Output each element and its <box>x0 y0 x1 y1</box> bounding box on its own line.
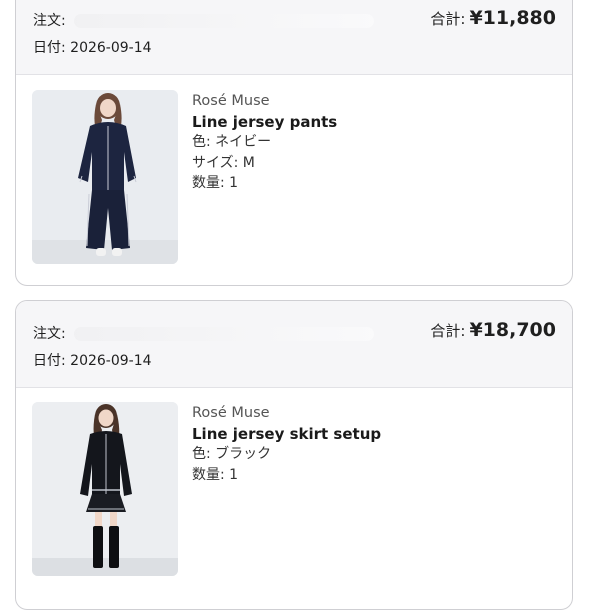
date-value: 2026-09-14 <box>70 353 152 369</box>
product-color: 色: ネイビー <box>192 134 272 150</box>
order-number: 注文: <box>33 10 374 30</box>
order-card[interactable]: 注文: 日付: 2026-09-14 合計: ¥11,880 Rosé Muse… <box>15 0 573 286</box>
order-number: 注文: <box>33 323 374 343</box>
total-label: 合計: <box>430 10 466 28</box>
product-quantity: 数量: 1 <box>192 466 239 483</box>
redacted-order-id <box>73 327 374 341</box>
order-date: 日付: 2026-09-14 <box>33 37 152 57</box>
product-image[interactable] <box>32 402 178 576</box>
product-brand: Rosé Muse <box>192 405 270 421</box>
product-size: サイズ: M <box>192 154 255 171</box>
product-quantity: 数量: 1 <box>192 175 239 191</box>
product-name[interactable]: Line jersey pants <box>192 112 337 133</box>
order-total: 合計: ¥11,880 <box>430 7 556 29</box>
order-header: 注文: 日付: 2026-09-14 合計: ¥18,700 <box>16 301 572 388</box>
date-label: 日付: <box>33 353 66 369</box>
product-name[interactable]: Line jersey skirt setup <box>192 424 381 445</box>
product-color: 色: ブラック <box>192 446 272 462</box>
date-value: 2026-09-14 <box>70 40 152 56</box>
order-header: 注文: 日付: 2026-09-14 合計: ¥11,880 <box>16 0 572 75</box>
product-info: Rosé Muse Line jersey skirt setup 色: ブラッ… <box>192 403 381 485</box>
order-card[interactable]: 注文: 日付: 2026-09-14 合計: ¥18,700 Rosé Muse… <box>15 300 573 610</box>
redacted-order-id <box>73 14 374 28</box>
order-label: 注文: <box>33 13 66 29</box>
order-total: 合計: ¥18,700 <box>430 319 556 341</box>
total-amount: ¥11,880 <box>469 7 556 29</box>
order-date: 日付: 2026-09-14 <box>33 350 152 370</box>
navy-jersey-outfit-photo <box>32 90 178 264</box>
product-brand: Rosé Muse <box>192 93 270 109</box>
product-image[interactable] <box>32 90 178 264</box>
total-amount: ¥18,700 <box>469 319 556 341</box>
order-label: 注文: <box>33 326 66 342</box>
black-jersey-skirt-outfit-photo <box>32 402 178 576</box>
total-label: 合計: <box>430 322 466 340</box>
date-label: 日付: <box>33 40 66 56</box>
product-info: Rosé Muse Line jersey pants 色: ネイビー サイズ:… <box>192 91 337 194</box>
